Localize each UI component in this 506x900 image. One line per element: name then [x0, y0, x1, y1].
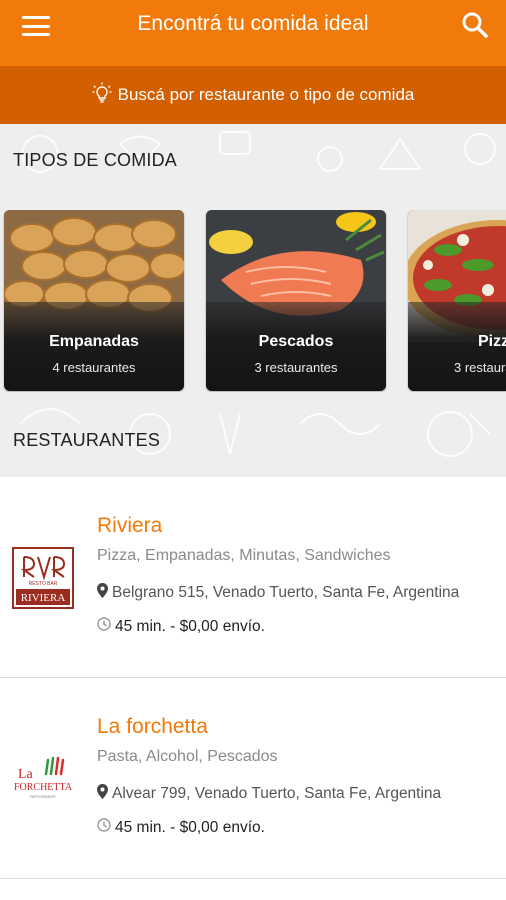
location-pin-icon	[97, 784, 112, 804]
riviera-logo-text: RIVIERA	[21, 592, 66, 604]
food-type-name: Pescados	[258, 333, 334, 350]
food-types-title: TIPOS DE COMIDA	[13, 150, 178, 170]
restaurant-address-text: Alvear 799, Venado Tuerto, Santa Fe, Arg…	[112, 785, 442, 802]
food-type-count: 3 restaurantes	[454, 360, 506, 375]
food-type-name: Pizza	[478, 333, 506, 350]
restaurant-categories: Pizza, Empanadas, Minutas, Sandwiches	[97, 547, 391, 564]
restaurants-title: RESTAURANTES	[13, 430, 161, 450]
food-types-carousel[interactable]: Empanadas 4 restaurantes Pescados 3 rest…	[0, 210, 506, 392]
food-type-card-pizza[interactable]: Pizza 3 restaurantes	[408, 210, 506, 391]
lightbulb-icon	[92, 82, 118, 109]
food-type-count: 3 restaurantes	[254, 360, 338, 375]
app-title: Encontrá tu comida ideal	[137, 12, 369, 35]
food-type-name: Empanadas	[49, 333, 139, 350]
clock-icon	[97, 617, 115, 636]
riviera-logo-sub: RESTO BAR	[29, 581, 58, 587]
search-hint-text: Buscá por restaurante o tipo de comida	[117, 85, 415, 104]
app-bar: Encontrá tu comida ideal	[0, 0, 506, 66]
food-type-card-empanadas[interactable]: Empanadas 4 restaurantes	[4, 210, 184, 391]
food-type-count: 4 restaurantes	[52, 360, 136, 375]
la-forchetta-logo: La FORCHETTA RISTORANTE	[12, 748, 74, 810]
la-forchetta-logo-sub: FORCHETTA	[14, 782, 73, 793]
restaurant-row-riviera[interactable]: RESTO BAR RIVIERA Riviera Pizza, Empanad…	[0, 477, 506, 678]
restaurant-row-la-forchetta[interactable]: La FORCHETTA RISTORANTE La forchetta Pas…	[0, 678, 506, 879]
restaurant-address: Belgrano 515, Venado Tuerto, Santa Fe, A…	[97, 583, 459, 603]
restaurant-delivery-text: 45 min. - $0,00 envío.	[115, 818, 265, 836]
restaurant-delivery-text: 45 min. - $0,00 envío.	[115, 617, 265, 635]
restaurant-categories: Pasta, Alcohol, Pescados	[97, 748, 278, 765]
restaurant-delivery: 45 min. - $0,00 envío.	[97, 818, 265, 837]
restaurant-name: Riviera	[97, 514, 163, 537]
la-forchetta-logo-text: La	[18, 767, 34, 782]
search-hint-bar[interactable]: Buscá por restaurante o tipo de comida	[0, 66, 506, 124]
restaurant-name: La forchetta	[97, 715, 208, 738]
restaurant-address: Alvear 799, Venado Tuerto, Santa Fe, Arg…	[97, 784, 441, 804]
svg-text:RISTORANTE: RISTORANTE	[30, 794, 56, 799]
clock-icon	[97, 818, 115, 837]
location-pin-icon	[97, 583, 112, 603]
restaurant-delivery: 45 min. - $0,00 envío.	[97, 617, 265, 636]
search-icon[interactable]	[460, 10, 490, 40]
food-type-card-pescados[interactable]: Pescados 3 restaurantes	[206, 210, 386, 391]
riviera-logo: RESTO BAR RIVIERA	[12, 547, 74, 609]
restaurant-address-text: Belgrano 515, Venado Tuerto, Santa Fe, A…	[112, 584, 460, 601]
